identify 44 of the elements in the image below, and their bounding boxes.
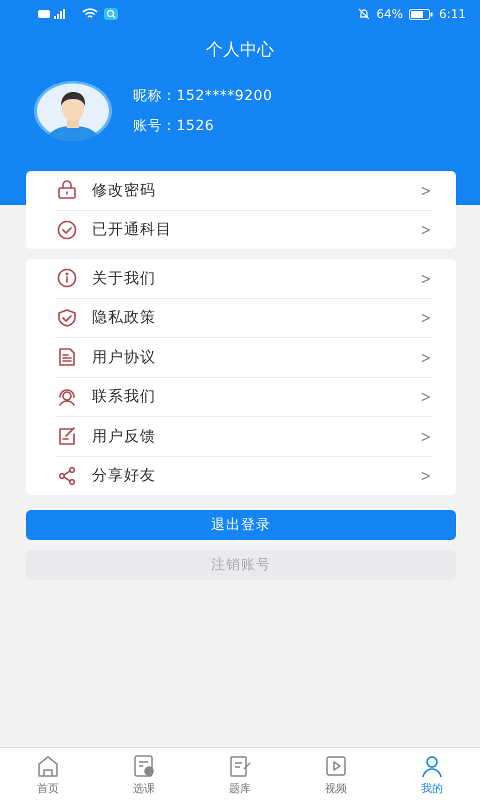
- chevron-icon: >: [420, 220, 431, 240]
- menu-label: 已开通科目: [92, 220, 172, 238]
- menu-label: 分享好友: [92, 466, 156, 484]
- check-circle-icon: [56, 218, 78, 241]
- menu-label: 用户协议: [92, 348, 156, 366]
- menu-item[interactable]: 联系我们 >: [56, 378, 432, 417]
- clock-time: 6:11: [439, 7, 466, 21]
- edit-icon: [56, 425, 78, 448]
- chevron-icon: >: [420, 268, 431, 288]
- battery-percent: 64%: [376, 7, 404, 21]
- wifi-icon: [82, 8, 98, 20]
- chevron-icon: >: [420, 348, 431, 367]
- menu-label: 用户反馈: [92, 426, 156, 445]
- tab[interactable]: 首页: [0, 748, 96, 800]
- logout-button[interactable]: 退出登录: [26, 510, 456, 540]
- info-icon: [56, 267, 78, 290]
- tab[interactable]: 我的: [384, 748, 480, 800]
- menu-item[interactable]: 隐私政策 >: [56, 298, 432, 338]
- chevron-icon: >: [420, 387, 431, 406]
- bell-off-icon: [358, 8, 370, 20]
- chevron-icon: >: [420, 426, 431, 446]
- menu-label: 修改密码: [92, 180, 156, 199]
- menu-label: 联系我们: [92, 387, 156, 406]
- tab[interactable]: 视频: [288, 748, 384, 800]
- menu-label: 隐私政策: [92, 308, 156, 326]
- account-number: 账号：1526: [133, 117, 216, 135]
- menu-item[interactable]: 用户反馈 >: [56, 417, 432, 456]
- chevron-icon: >: [420, 180, 431, 200]
- document-icon: [56, 346, 78, 368]
- menu-item[interactable]: 用户协议 >: [56, 338, 432, 378]
- page-title: 个人中心: [206, 40, 274, 60]
- menu-item[interactable]: 修改密码 >: [56, 171, 432, 210]
- search-icon: [104, 8, 118, 20]
- nickname: 昵称：152****9200: [133, 87, 272, 105]
- tab[interactable]: 选课: [96, 748, 192, 800]
- menu-item[interactable]: 分享好友 >: [56, 456, 432, 495]
- tab[interactable]: 题库: [192, 748, 288, 800]
- battery-icon: [409, 8, 434, 20]
- chevron-icon: >: [420, 308, 431, 328]
- lock-icon: [56, 179, 78, 202]
- menu-item[interactable]: 已开通科目 >: [56, 210, 432, 249]
- menu-item[interactable]: 关于我们 >: [56, 259, 432, 298]
- menu-label: 关于我们: [92, 268, 156, 287]
- chevron-icon: >: [420, 466, 431, 486]
